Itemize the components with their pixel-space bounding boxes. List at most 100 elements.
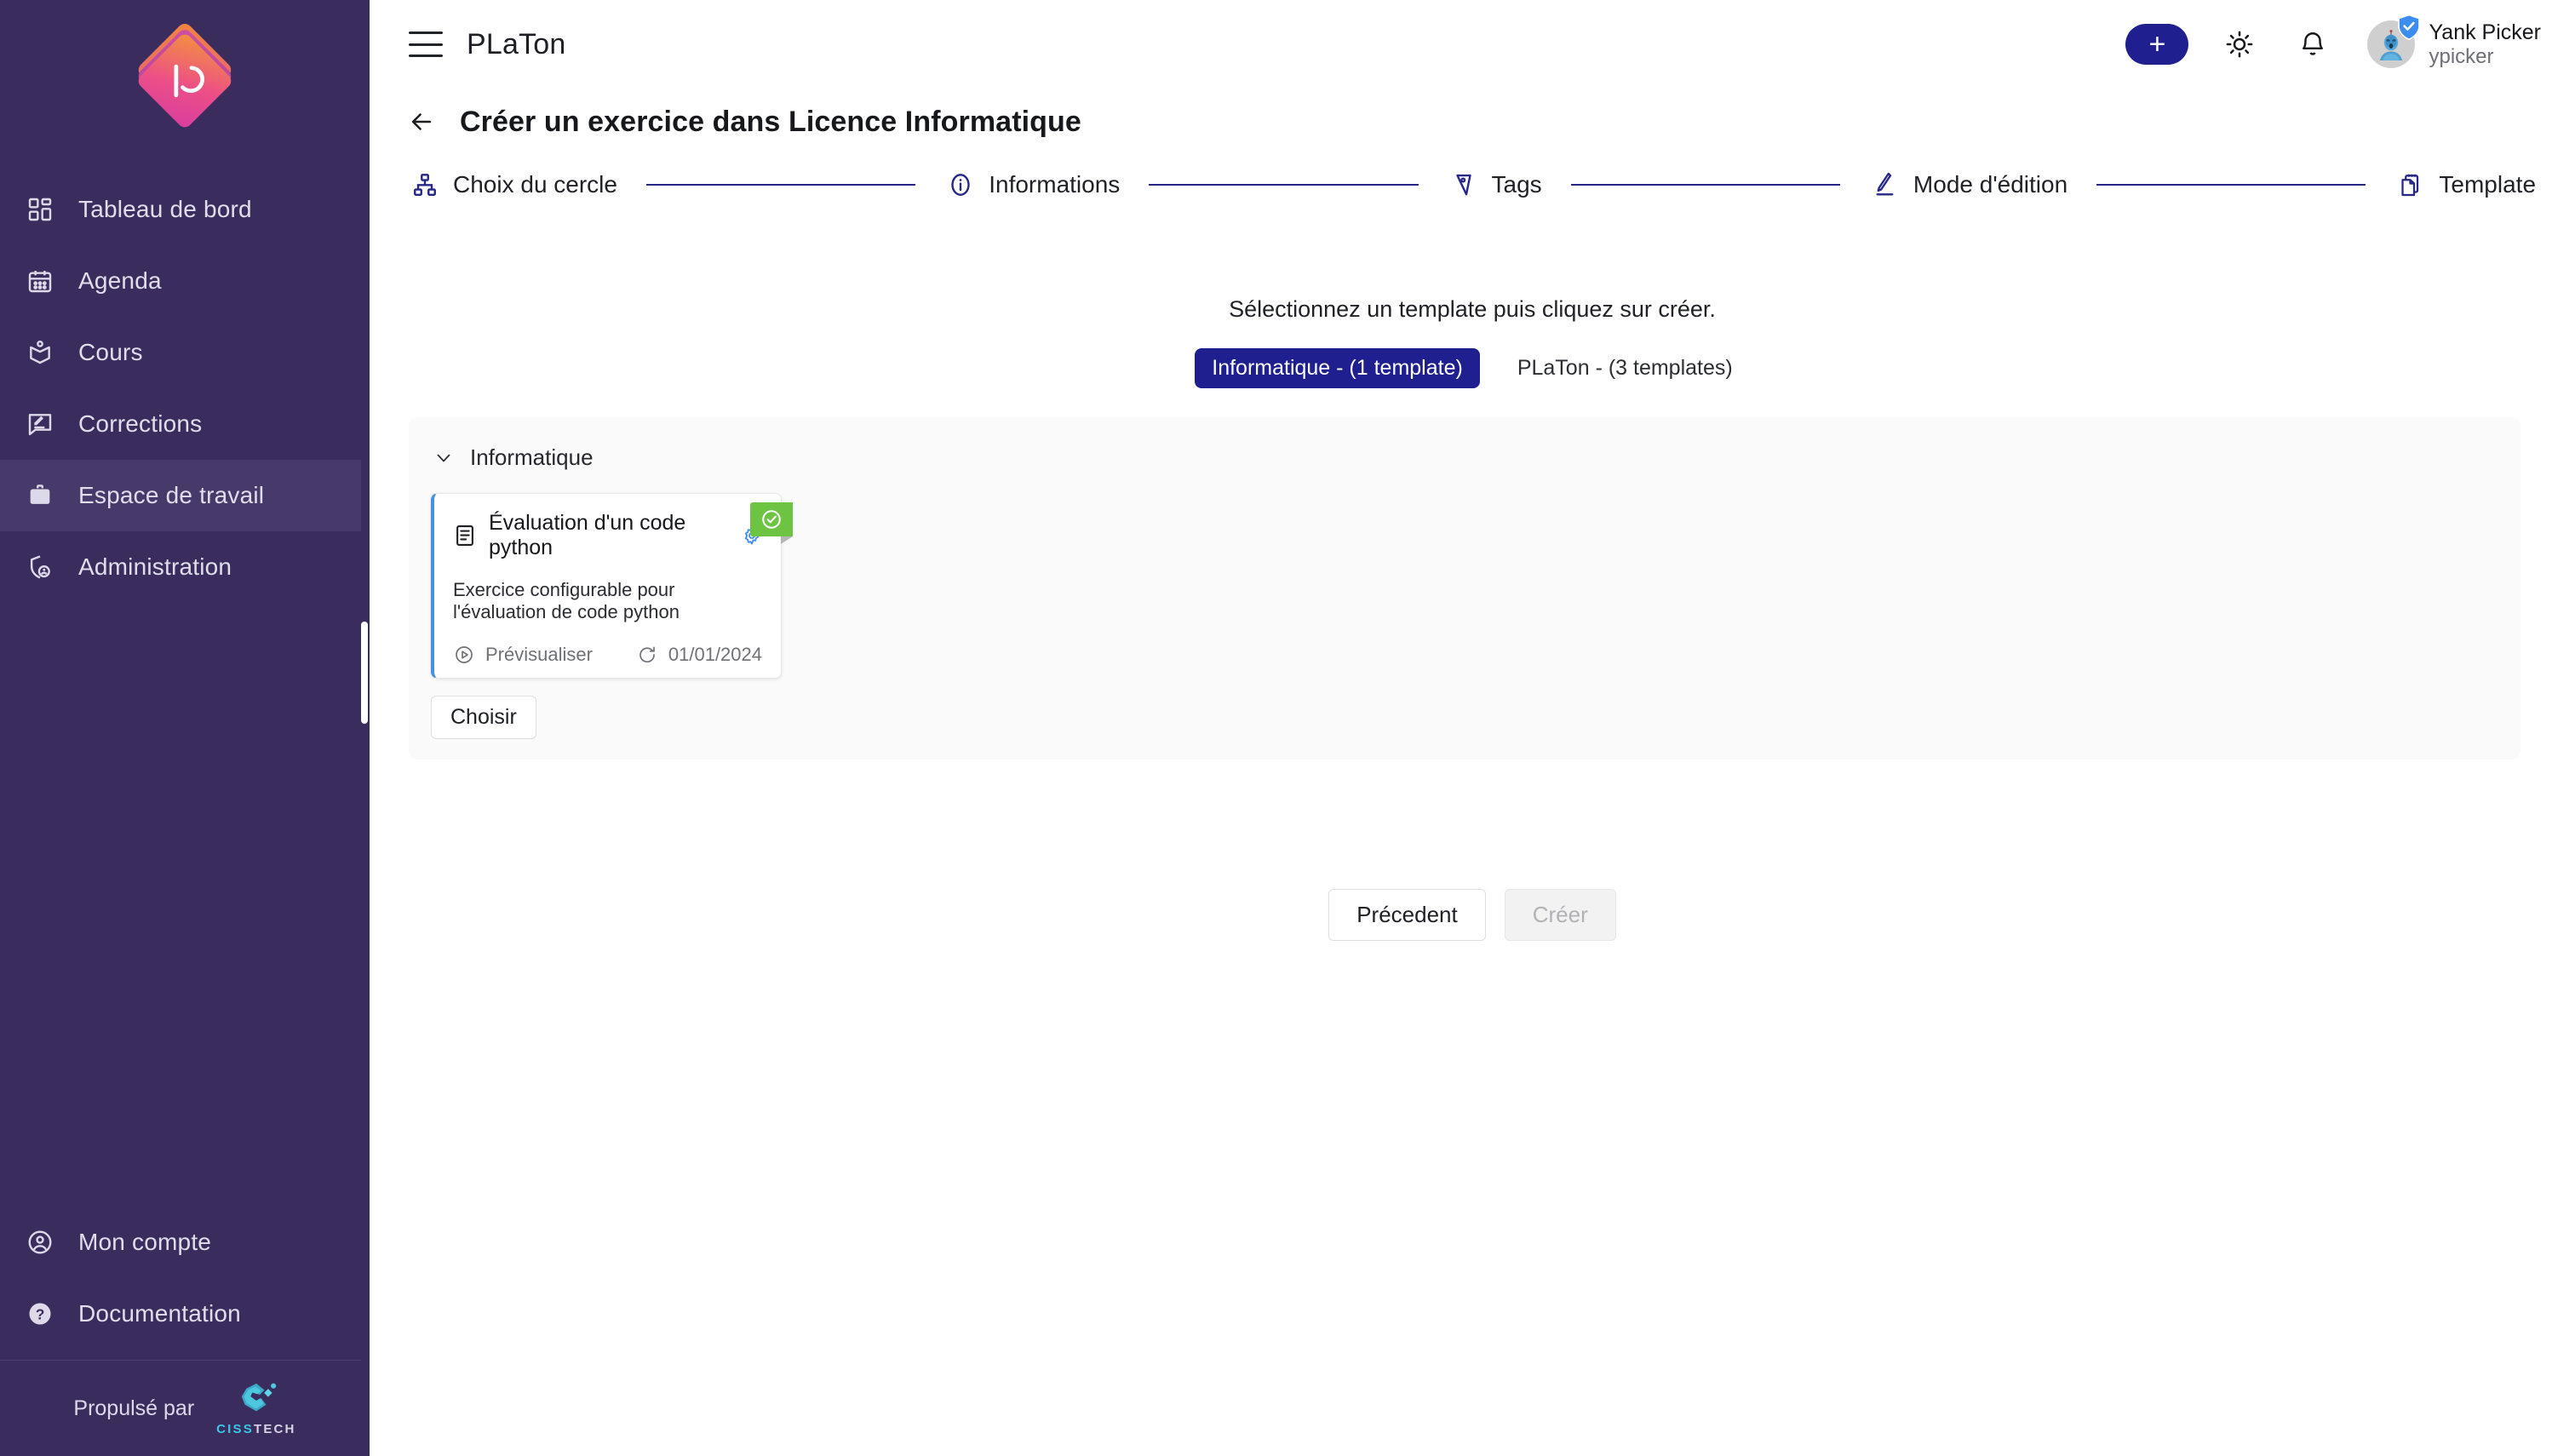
step-label: Informations xyxy=(989,171,1121,198)
sidebar-item-administration[interactable]: Administration xyxy=(0,531,370,603)
tag-icon xyxy=(1448,169,1480,201)
topbar-actions: + Yank Picker ypicker xyxy=(2125,14,2541,68)
template-group-title: Informatique xyxy=(470,444,594,470)
sidebar-item-corrections[interactable]: Corrections xyxy=(0,388,370,460)
app-logo[interactable] xyxy=(0,0,370,162)
template-card-list: Évaluation d'un code python Exercice con… xyxy=(409,471,2521,679)
topbar: PLaTon + Yank Picker ypicker xyxy=(370,0,2575,89)
arrow-left-icon xyxy=(411,113,432,130)
powered-by-label: Propulsé par xyxy=(73,1396,195,1420)
shield-user-icon xyxy=(24,551,56,583)
shield-check-icon xyxy=(2398,14,2421,41)
template-footer: Prévisualiser 01/01/2024 xyxy=(453,644,762,666)
svg-text:?: ? xyxy=(36,1306,45,1323)
hamburger-menu-icon[interactable] xyxy=(409,32,443,57)
sidebar-item-label: Documentation xyxy=(78,1300,241,1327)
template-group-header[interactable]: Informatique xyxy=(409,439,2521,471)
step-choix-du-cercle[interactable]: Choix du cercle xyxy=(409,169,617,201)
sidebar-item-espace-de-travail[interactable]: Espace de travail xyxy=(0,460,370,531)
comment-edit-icon xyxy=(24,408,56,440)
brand-first: CISS xyxy=(216,1422,254,1436)
sidebar-item-label: Agenda xyxy=(78,267,162,294)
book-reader-icon xyxy=(24,336,56,369)
add-button[interactable]: + xyxy=(2125,24,2189,65)
choose-row: Choisir xyxy=(409,679,2521,739)
sidebar-item-mon-compte[interactable]: Mon compte xyxy=(0,1207,370,1278)
sidebar-scrollbar-thumb[interactable] xyxy=(361,622,368,724)
step-connector xyxy=(645,184,916,186)
sidebar-nav: Tableau de bord Agenda Cours Corrections… xyxy=(0,162,370,603)
plus-icon: + xyxy=(2148,28,2166,60)
wizard-actions: Précedent Créer xyxy=(370,889,2575,941)
sidebar-item-agenda[interactable]: Agenda xyxy=(0,245,370,317)
step-informations[interactable]: Informations xyxy=(944,169,1120,201)
create-button[interactable]: Créer xyxy=(1504,889,1616,941)
sidebar-item-documentation[interactable]: ? Documentation xyxy=(0,1278,370,1350)
template-preview-label: Prévisualiser xyxy=(485,644,593,665)
sidebar-item-label: Administration xyxy=(78,553,232,580)
template-panel: Informatique Évaluation d'un code python… xyxy=(409,417,2521,760)
sidebar-footer: Propulsé par CISSTECH xyxy=(0,1361,370,1456)
template-preview-action[interactable]: Prévisualiser xyxy=(453,644,593,666)
check-circle-icon xyxy=(762,510,781,529)
chevron-down-icon xyxy=(433,447,455,469)
theme-toggle-button[interactable] xyxy=(2217,22,2262,66)
app-root: Tableau de bord Agenda Cours Corrections… xyxy=(0,0,2575,1456)
step-connector xyxy=(1149,184,1419,186)
question-circle-icon: ? xyxy=(24,1298,56,1330)
template-updated: 01/01/2024 xyxy=(636,644,762,666)
status-badge xyxy=(750,502,793,544)
instruction-text: Sélectionnez un template puis cliquez su… xyxy=(1229,296,1716,322)
sidebar-item-cours[interactable]: Cours xyxy=(0,317,370,388)
avatar xyxy=(2367,14,2421,68)
tab-platon[interactable]: PLaTon - (3 templates) xyxy=(1500,348,1750,388)
step-label: Choix du cercle xyxy=(453,171,617,198)
app-name: PLaTon xyxy=(467,27,566,60)
step-mode-dedition[interactable]: Mode d'édition xyxy=(1869,169,2067,201)
clipboard-document-icon xyxy=(2394,169,2427,201)
stepper: Choix du cercle Informations Tags Mode d… xyxy=(370,140,2575,201)
back-button[interactable] xyxy=(404,104,439,140)
template-card[interactable]: Évaluation d'un code python Exercice con… xyxy=(431,493,793,679)
template-updated-date: 01/01/2024 xyxy=(668,644,762,665)
step-tags[interactable]: Tags xyxy=(1448,169,1542,201)
sitemap-icon xyxy=(409,169,441,201)
info-circle-icon xyxy=(944,169,977,201)
platon-logo-icon xyxy=(135,20,235,131)
notifications-button[interactable] xyxy=(2291,22,2335,66)
sun-icon xyxy=(2227,31,2253,58)
step-label: Tags xyxy=(1491,171,1542,198)
sidebar-item-label: Espace de travail xyxy=(78,482,265,508)
template-title-row: Évaluation d'un code python xyxy=(453,511,762,560)
user-name: Yank Picker xyxy=(2429,20,2541,44)
step-template[interactable]: Template xyxy=(2394,169,2536,201)
step-connector xyxy=(1570,184,1840,186)
sidebar: Tableau de bord Agenda Cours Corrections… xyxy=(0,0,370,1456)
refresh-icon xyxy=(636,644,658,666)
bell-icon xyxy=(2303,32,2324,55)
cisstech-logo-icon[interactable]: CISSTECH xyxy=(216,1380,295,1436)
document-list-icon xyxy=(453,523,477,548)
sidebar-item-label: Mon compte xyxy=(78,1229,212,1255)
calendar-icon xyxy=(24,265,56,297)
briefcase-icon xyxy=(24,479,56,512)
step-label: Mode d'édition xyxy=(1913,171,2068,198)
cisstech-wordmark: CISSTECH xyxy=(216,1422,295,1436)
template-source-tabs: Informatique - (1 template) PLaTon - (3 … xyxy=(370,348,2575,388)
user-menu[interactable]: Yank Picker ypicker xyxy=(2367,14,2541,68)
choose-button[interactable]: Choisir xyxy=(431,696,536,739)
tab-informatique[interactable]: Informatique - (1 template) xyxy=(1195,348,1480,388)
play-circle-icon xyxy=(453,644,475,666)
page-title: Créer un exercice dans Licence Informati… xyxy=(460,105,1081,138)
main-content: PLaTon + Yank Picker ypicker Créer un ex… xyxy=(370,0,2575,1456)
brand-second: TECH xyxy=(253,1422,296,1436)
sidebar-item-label: Cours xyxy=(78,339,143,365)
previous-button[interactable]: Précedent xyxy=(1328,889,1486,941)
user-handle: ypicker xyxy=(2429,44,2494,68)
step-label: Template xyxy=(2439,171,2537,198)
dashboard-icon xyxy=(24,193,56,226)
sidebar-item-tableau-de-bord[interactable]: Tableau de bord xyxy=(0,174,370,245)
sidebar-scrollbar-track[interactable] xyxy=(361,0,370,1456)
page-header: Créer un exercice dans Licence Informati… xyxy=(370,89,2575,140)
